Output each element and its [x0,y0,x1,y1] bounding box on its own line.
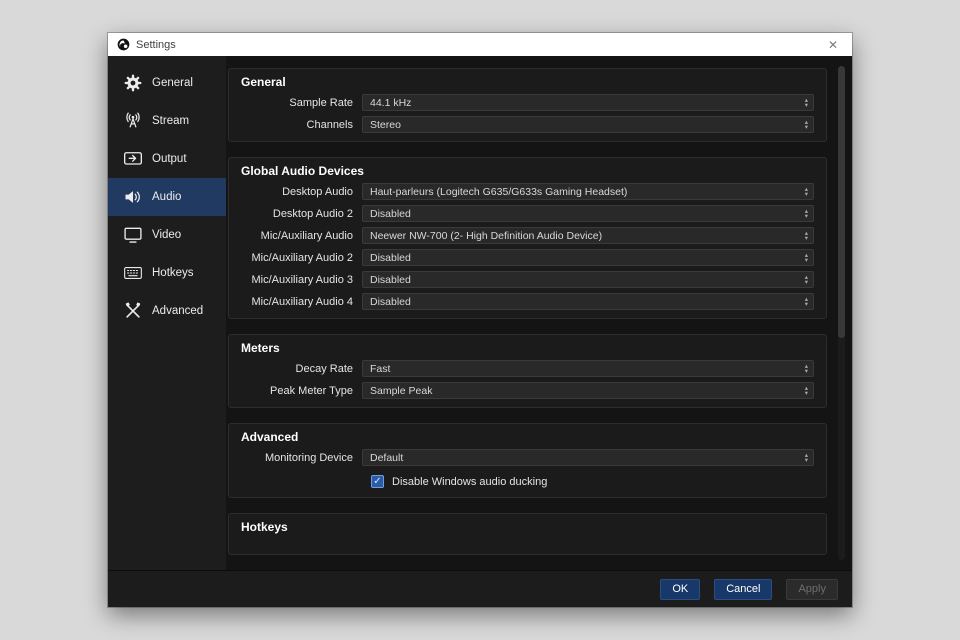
combo-value: Fast [370,362,391,375]
mic-aux-audio-4-combo[interactable]: Disabled ▴ ▾ [362,293,814,310]
speaker-icon [125,191,140,203]
field-label: Mic/Auxiliary Audio 3 [251,273,354,286]
output-icon [124,152,142,165]
tools-icon [125,302,141,318]
monitor-icon [124,227,142,243]
combo-value: Default [370,451,404,464]
combo-value: Stereo [370,118,401,131]
field-label: Peak Meter Type [270,384,353,397]
scrollbar-thumb[interactable] [838,66,845,338]
section-title: Hotkeys [241,520,288,534]
combo-updown-icon: ▴ ▾ [804,295,808,308]
section-title: General [241,75,286,89]
combo-updown-icon: ▴ ▾ [804,207,808,220]
field-label: Mic/Auxiliary Audio 2 [251,251,354,264]
monitoring-device-combo[interactable]: Default ▴ ▾ [362,449,814,466]
combo-value: 44.1 kHz [370,96,412,109]
sidebar-item-audio[interactable]: Audio [108,178,226,216]
vertical-scrollbar[interactable] [838,66,845,560]
sidebar-item-label: Advanced [152,305,204,317]
field-label: Monitoring Device [264,451,353,464]
keyboard-icon [124,267,142,279]
close-button[interactable]: ✕ [823,35,843,55]
dialog-footer: OK Cancel Apply [108,570,852,607]
sidebar-item-label: Stream [152,115,190,127]
section-hotkeys: Hotkeys [228,513,827,555]
sidebar-item-label: Video [152,229,182,241]
combo-value: Disabled [370,295,411,308]
combo-value: Disabled [370,251,411,264]
sidebar-item-general[interactable]: General [108,64,226,102]
titlebar: Settings ✕ [108,33,852,56]
sidebar-item-video[interactable]: Video [108,216,226,254]
field-label: Mic/Auxiliary Audio 4 [251,295,354,308]
mic-aux-audio-3-combo[interactable]: Disabled ▴ ▾ [362,271,814,288]
mic-aux-audio-combo[interactable]: Neewer NW-700 (2- High Definition Audio … [362,227,814,244]
disable-audio-ducking-checkbox[interactable] [371,475,384,488]
peak-meter-type-combo[interactable]: Sample Peak ▴ ▾ [362,382,814,399]
field-label: Mic/Auxiliary Audio [260,229,353,242]
sidebar-item-output[interactable]: Output [108,140,226,178]
combo-value: Sample Peak [370,384,433,397]
combo-value: Neewer NW-700 (2- High Definition Audio … [370,229,603,242]
combo-updown-icon: ▴ ▾ [804,251,808,264]
section-general: General Sample Rate 44.1 kHz ▴ ▾ Channels… [228,68,827,142]
antenna-icon [126,112,140,128]
combo-updown-icon: ▴ ▾ [804,96,808,109]
sidebar-item-advanced[interactable]: Advanced [108,292,226,330]
combo-updown-icon: ▴ ▾ [804,273,808,286]
field-label: Desktop Audio [282,185,353,198]
ok-button[interactable]: OK [660,578,701,600]
settings-window: Settings ✕ General Stream Output Audio V… [108,33,852,607]
combo-updown-icon: ▴ ▾ [804,118,808,131]
sidebar-item-hotkeys[interactable]: Hotkeys [108,254,226,292]
gear-icon [124,74,142,92]
field-label: Desktop Audio 2 [272,207,353,220]
combo-value: Haut-parleurs (Logitech G635/G633s Gamin… [370,185,628,198]
mic-aux-audio-2-combo[interactable]: Disabled ▴ ▾ [362,249,814,266]
combo-updown-icon: ▴ ▾ [804,384,808,397]
combo-updown-icon: ▴ ▾ [804,185,808,198]
combo-updown-icon: ▴ ▾ [804,229,808,242]
sidebar-item-stream[interactable]: Stream [108,102,226,140]
decay-rate-combo[interactable]: Fast ▴ ▾ [362,360,814,377]
section-title: Global Audio Devices [241,164,364,178]
sidebar-item-label: Hotkeys [152,267,194,279]
checkbox-label[interactable]: Disable Windows audio ducking [392,476,547,488]
section-meters: Meters Decay Rate Fast ▴ ▾ Peak Meter Typ… [228,334,827,408]
desktop-audio-2-combo[interactable]: Disabled ▴ ▾ [362,205,814,222]
sidebar-item-label: Audio [152,191,182,203]
apply-button[interactable]: Apply [786,578,838,600]
combo-updown-icon: ▴ ▾ [804,362,808,375]
section-advanced: Advanced Monitoring Device Default ▴▾ Di… [228,423,827,498]
audio-settings-panel: General Sample Rate 44.1 kHz ▴ ▾ Channels… [226,56,852,570]
window-title: Settings [136,38,176,51]
field-label: Channels [306,118,353,131]
desktop-audio-combo[interactable]: Haut-parleurs (Logitech G635/G633s Gamin… [362,183,814,200]
combo-updown-icon: ▴ ▾ [804,451,808,464]
sidebar-item-label: General [152,77,193,89]
settings-sidebar: General Stream Output Audio Video Hotkey… [108,56,226,570]
section-title: Meters [241,341,280,355]
field-label: Decay Rate [295,362,353,375]
field-label: Sample Rate [289,96,353,109]
combo-value: Disabled [370,207,411,220]
obs-logo-icon [117,38,130,51]
section-global-audio-devices: Global Audio Devices Desktop Audio Haut-… [228,157,827,319]
sidebar-item-label: Output [152,153,187,165]
sample-rate-combo[interactable]: 44.1 kHz ▴ ▾ [362,94,814,111]
section-title: Advanced [241,430,299,444]
combo-value: Disabled [370,273,411,286]
channels-combo[interactable]: Stereo ▴ ▾ [362,116,814,133]
cancel-button[interactable]: Cancel [714,578,773,600]
